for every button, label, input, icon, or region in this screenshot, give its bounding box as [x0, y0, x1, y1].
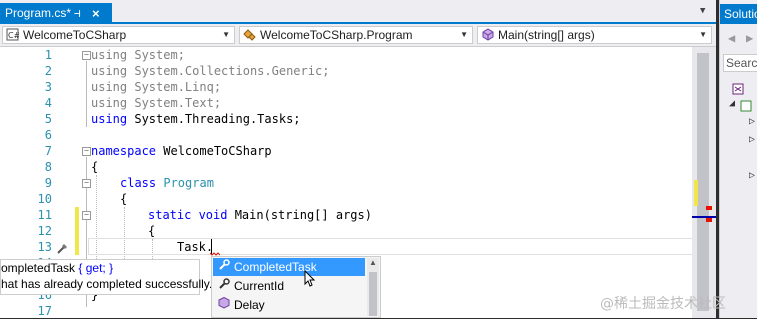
code-line-5: using System.Threading.Tasks;: [91, 112, 301, 126]
class-dropdown[interactable]: WelcomeToCSharp.Program ▼: [239, 26, 473, 44]
code-line-1: using System;: [91, 48, 185, 62]
code-line-11: static void Main(string[] args): [148, 208, 372, 222]
solution-explorer-panel: Solutio ◀ ▶ Search ◢ ▷ ▷ ▷: [719, 0, 757, 318]
tab-title: Program.cs*: [5, 6, 72, 20]
tooltip-member-name: ompletedTask: [1, 261, 76, 275]
mouse-cursor-icon: [304, 269, 316, 292]
scrollbar-thumb[interactable]: [369, 272, 377, 316]
document-tab-strip: Program.cs* ⊣ × ▼: [0, 0, 716, 24]
error-marker: [706, 206, 712, 210]
code-line-12: {: [148, 224, 156, 238]
line-number: 8: [44, 160, 52, 174]
error-marker: [706, 218, 712, 222]
code-line-8: {: [91, 160, 99, 174]
collapse-icon[interactable]: −: [82, 211, 91, 220]
project-label: WelcomeToCSharp: [23, 28, 127, 42]
member-label: Main(string[] args): [498, 28, 595, 42]
line-number: 2: [44, 64, 52, 78]
solution-explorer-title[interactable]: Solutio: [720, 4, 757, 24]
method-cube-icon: [216, 296, 232, 314]
chevron-down-icon: ▼: [222, 30, 230, 39]
line-number: 1: [44, 48, 52, 62]
tooltip-accessor: { get; }: [75, 261, 114, 275]
close-icon[interactable]: ×: [92, 3, 100, 24]
navigation-bar: C# WelcomeToCSharp ▼ WelcomeToCSharp.Pro…: [0, 24, 716, 47]
forward-icon[interactable]: ▶: [746, 31, 753, 45]
change-indicator: [75, 207, 79, 255]
wrench-icon: [216, 277, 232, 295]
chevron-down-icon: ▼: [699, 30, 707, 39]
watermark: @稀土掘金技术社区: [600, 296, 726, 312]
collapse-icon[interactable]: −: [82, 179, 91, 188]
scrollbar-thumb[interactable]: [697, 53, 709, 311]
tooltip-description: hat has already completed successfully.: [1, 277, 213, 291]
class-label: WelcomeToCSharp.Program: [260, 28, 413, 42]
completion-scrollbar[interactable]: ▲: [367, 258, 379, 316]
line-number: 10: [37, 192, 52, 206]
expand-arrow-icon[interactable]: ▷: [749, 134, 755, 145]
collapse-icon[interactable]: −: [82, 147, 91, 156]
vertical-scrollbar[interactable]: [692, 47, 716, 318]
tab-program-cs[interactable]: Program.cs* ⊣ ×: [0, 3, 112, 24]
chevron-down-icon: ▼: [460, 30, 468, 39]
code-line-7: namespace WelcomeToCSharp: [91, 144, 272, 158]
change-marker: [694, 180, 698, 206]
project-dropdown[interactable]: C# WelcomeToCSharp ▼: [2, 26, 235, 44]
line-number: 4: [44, 96, 52, 110]
svg-text:C#: C#: [8, 31, 19, 40]
line-number: 12: [37, 224, 52, 238]
solution-search-input[interactable]: Search: [723, 54, 757, 72]
line-number: 6: [44, 128, 52, 142]
completion-item[interactable]: CurrentId: [213, 277, 365, 295]
line-number: 3: [44, 80, 52, 94]
intellisense-completion-list[interactable]: CompletedTask CurrentId Delay ▲: [211, 256, 381, 318]
completion-item[interactable]: Delay: [213, 296, 365, 314]
outline-line: [86, 61, 87, 127]
pin-icon[interactable]: ⊣: [74, 3, 81, 24]
code-line-4: using System.Text;: [91, 96, 222, 110]
code-line-9: class Program: [120, 176, 214, 190]
line-number: 17: [37, 304, 52, 318]
back-icon[interactable]: ◀: [728, 31, 735, 45]
completion-item-label: Delay: [234, 298, 265, 312]
line-number: 7: [44, 144, 52, 158]
code-line-3: using System.Linq;: [91, 80, 222, 94]
expanded-arrow-icon[interactable]: ◢: [729, 98, 735, 109]
quick-info-tooltip: ompletedTask { get; } hat has already co…: [0, 259, 212, 295]
expand-arrow-icon[interactable]: ▷: [749, 170, 755, 181]
wrench-icon: [216, 258, 232, 276]
member-dropdown[interactable]: Main(string[] args) ▼: [477, 26, 712, 44]
completion-item[interactable]: CompletedTask: [213, 258, 365, 276]
completion-item-label: CurrentId: [234, 279, 285, 293]
expand-arrow-icon[interactable]: ▷: [749, 116, 755, 127]
line-number: 9: [44, 176, 52, 190]
tab-dropdown-icon[interactable]: ▼: [700, 6, 705, 16]
quick-actions-brush-icon[interactable]: [56, 240, 68, 259]
line-number: 5: [44, 112, 52, 126]
collapse-icon[interactable]: −: [82, 51, 91, 60]
scroll-up-icon[interactable]: ▲: [369, 258, 377, 267]
caret-position-marker: [692, 216, 716, 218]
line-number: 13: [37, 240, 52, 254]
line-number: 11: [37, 208, 52, 222]
method-cube-icon: [481, 28, 495, 43]
code-line-10: {: [120, 192, 128, 206]
code-line-2: using System.Collections.Generic;: [91, 64, 330, 78]
csharp-project-icon: C#: [6, 28, 21, 43]
csharp-project-icon: [740, 97, 752, 116]
code-line-13: Task.: [177, 240, 214, 254]
class-icon: [243, 28, 257, 43]
